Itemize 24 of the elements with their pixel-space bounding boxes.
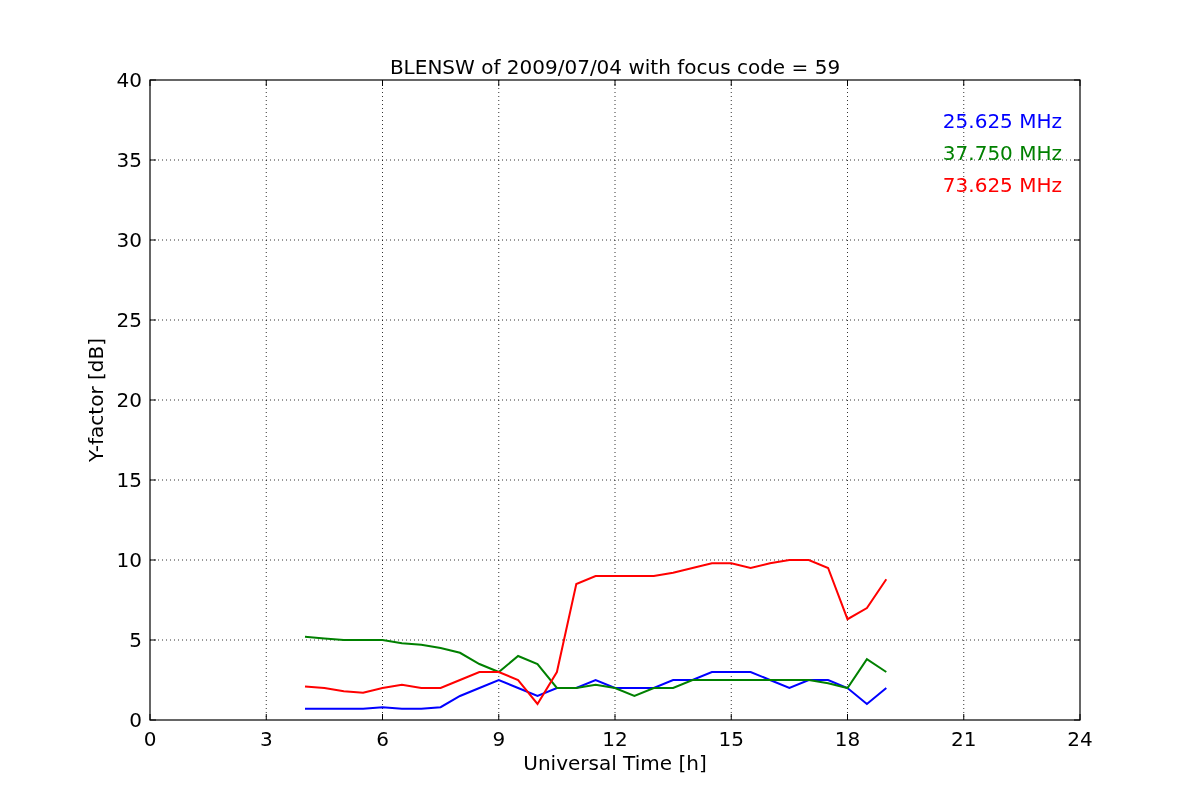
y-tick-label: 10	[116, 548, 142, 572]
series-label: 73.625 MHz	[942, 173, 1062, 197]
x-axis-label: Universal Time [h]	[523, 751, 707, 775]
series-label: 25.625 MHz	[942, 109, 1062, 133]
y-tick-label: 30	[116, 228, 142, 252]
y-tick-label: 40	[116, 68, 142, 92]
y-tick-label: 15	[116, 468, 142, 492]
y-tick-label: 20	[116, 388, 142, 412]
x-tick-label: 24	[1067, 727, 1093, 751]
series-label: 37.750 MHz	[942, 141, 1062, 165]
x-tick-label: 0	[143, 727, 157, 751]
chart-title: BLENSW of 2009/07/04 with focus code = 59	[389, 55, 841, 79]
y-tick-label: 5	[129, 628, 142, 652]
y-tick-label: 25	[116, 308, 142, 332]
x-tick-label: 6	[376, 727, 389, 751]
y-axis-label: Y-factor [dB]	[84, 338, 108, 462]
x-tick-label: 21	[951, 727, 977, 751]
x-tick-label: 9	[492, 727, 506, 751]
x-tick-label: 18	[834, 727, 861, 751]
y-tick-label: 35	[116, 148, 142, 172]
x-tick-label: 15	[718, 727, 744, 751]
x-tick-label: 3	[259, 727, 273, 751]
y-tick-label: 0	[129, 708, 142, 732]
x-tick-label: 12	[602, 727, 628, 751]
